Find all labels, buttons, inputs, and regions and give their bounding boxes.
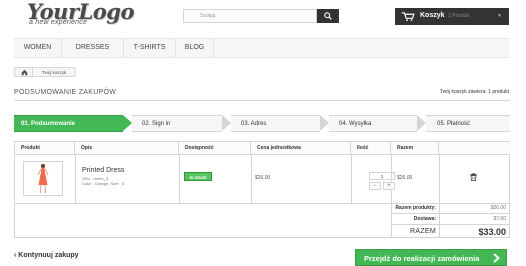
- step-sign-in[interactable]: 02. Sign in: [132, 115, 222, 132]
- step-arrow: [222, 115, 231, 131]
- row-divider: [391, 224, 509, 225]
- row-total: $26.00: [397, 175, 413, 181]
- cart-icon: [401, 12, 415, 21]
- column-divider: [439, 154, 440, 238]
- cart-table: Produkt Opis Dostępność Cena jednostkowa…: [14, 141, 511, 238]
- row-divider: [15, 203, 509, 204]
- nav-item-women[interactable]: WOMEN: [14, 39, 62, 57]
- logo[interactable]: YourLogo a new experience: [27, 0, 147, 32]
- step-summary[interactable]: 01. Podsumowanie: [14, 115, 123, 132]
- product-attributes: Color : Orange, Size : S: [82, 181, 125, 186]
- step-payment[interactable]: 05. Płatność: [426, 115, 510, 132]
- product-name-link[interactable]: Printed Dress: [82, 167, 124, 174]
- cart-summary-text: Twój koszyk zawiera: 1 produkt: [439, 89, 509, 95]
- checkout-steps: 01. Podsumowanie 02. Sign in 03. Adres 0…: [14, 115, 510, 132]
- checkout-button[interactable]: Przejdź do realizacji zamówienia: [355, 249, 507, 266]
- breadcrumb-separator: [32, 68, 33, 76]
- column-header-product: Produkt: [15, 142, 75, 154]
- shipping-label: Dostawa:: [413, 216, 436, 222]
- quantity-increase-button[interactable]: +: [383, 182, 395, 190]
- grand-total-value: $33.00: [478, 227, 506, 237]
- search-input[interactable]: Szukaj: [183, 9, 317, 23]
- breadcrumb-current: Twój koszyk: [42, 69, 67, 75]
- main-nav: WOMEN DRESSES T-SHIRTS BLOG: [14, 38, 510, 58]
- search-icon: [324, 12, 332, 20]
- home-icon: [21, 69, 28, 76]
- column-header-quantity: Ilość: [351, 142, 391, 154]
- step-arrow: [123, 115, 132, 131]
- heading-divider: [14, 100, 510, 101]
- grand-total-label: RAZEM: [410, 228, 436, 235]
- status-badge: In stock: [184, 172, 212, 181]
- checkout-label: Przejdź do realizacji zamówienia: [364, 254, 480, 263]
- column-header-total: Razem: [391, 142, 439, 154]
- shipping-value: $7.00: [493, 216, 506, 222]
- page-title: PODSUMOWANIE ZAKUPÓW: [14, 89, 117, 96]
- continue-shopping-link[interactable]: ‹ Kontynuuj zakupy: [14, 252, 79, 259]
- nav-item-dresses[interactable]: DRESSES: [62, 39, 124, 57]
- quantity-input[interactable]: 1: [369, 172, 395, 180]
- column-divider: [351, 154, 352, 203]
- row-divider: [391, 213, 509, 214]
- row-divider: [15, 154, 509, 155]
- step-shipping[interactable]: 04. Wysyłka: [329, 115, 417, 132]
- step-arrow: [320, 115, 329, 131]
- header: YourLogo a new experience Szukaj Koszyk …: [0, 0, 526, 38]
- quantity-decrease-button[interactable]: −: [369, 182, 381, 190]
- cart-button[interactable]: Koszyk 1 Produkt ▼: [395, 8, 509, 25]
- continue-shopping-label: Kontynuuj zakupy: [18, 252, 79, 259]
- dress-image: [37, 163, 49, 194]
- unit-price: $26.00: [255, 175, 271, 181]
- column-header-availability: Dostępność: [179, 142, 251, 154]
- subtotal-label: Razem produkty:: [395, 205, 436, 211]
- nav-item-blog[interactable]: BLOG: [176, 39, 214, 57]
- column-divider: [179, 154, 180, 203]
- delete-button[interactable]: [470, 173, 477, 183]
- column-header-actions: [439, 142, 511, 154]
- chevron-down-icon: ▼: [497, 13, 502, 19]
- cart-count: 1 Produkt: [448, 13, 470, 19]
- nav-item-tshirts[interactable]: T-SHIRTS: [124, 39, 176, 57]
- search-button[interactable]: [317, 9, 339, 23]
- column-divider: [251, 154, 252, 203]
- column-divider: [75, 154, 76, 203]
- product-meta: SKU : demo_3 Color : Orange, Size : S: [82, 176, 124, 186]
- step-arrow: [417, 115, 426, 131]
- column-header-unit-price: Cena jednostkowa: [251, 142, 351, 154]
- breadcrumb: Twój koszyk: [14, 67, 76, 77]
- cart-title: Koszyk: [420, 12, 445, 19]
- column-divider: [391, 154, 392, 238]
- column-header-description: Opis: [75, 142, 179, 154]
- step-address[interactable]: 03. Adres: [231, 115, 320, 132]
- breadcrumb-home[interactable]: [18, 69, 32, 76]
- trash-icon: [470, 173, 477, 181]
- logo-tagline: a new experience: [29, 19, 88, 26]
- subtotal-value: $26.00: [490, 205, 506, 211]
- chevron-right-icon: [493, 253, 500, 263]
- product-thumbnail[interactable]: [23, 161, 63, 196]
